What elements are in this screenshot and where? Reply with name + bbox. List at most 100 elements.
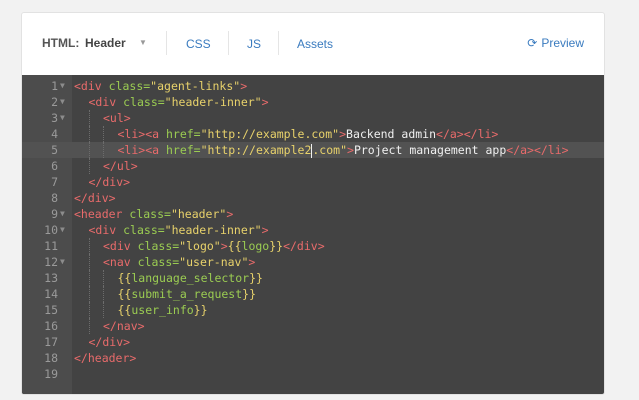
tab-js[interactable]: JS xyxy=(247,37,261,51)
line-number: 15 xyxy=(44,303,58,317)
code-text: <div class="logo">{{logo}}</div> xyxy=(74,238,325,254)
code-text: <div class="agent-links"> xyxy=(74,78,247,94)
code-token: {{ xyxy=(227,239,242,253)
code-token: language_selector xyxy=(131,271,250,285)
code-token: "logo" xyxy=(179,239,221,253)
code-token: class= xyxy=(130,255,180,269)
line-number: 11 xyxy=(44,239,58,253)
code-line[interactable]: 12 ▼ <nav class="user-nav"> xyxy=(22,254,604,270)
code-token: "header" xyxy=(170,207,227,221)
code-line[interactable]: 18 </header> xyxy=(22,350,604,366)
code-token: </div> xyxy=(88,335,131,349)
indent-guide xyxy=(103,286,104,302)
line-number: 18 xyxy=(44,351,58,365)
line-number: 17 xyxy=(44,335,58,349)
code-text: {{language_selector}} xyxy=(74,270,263,286)
line-number: 14 xyxy=(44,287,58,301)
code-line[interactable]: 2 ▼ <div class="header-inner"> xyxy=(22,94,604,110)
code-line[interactable]: 1 ▼ <div class="agent-links"> xyxy=(22,78,604,94)
code-token: <nav xyxy=(103,255,131,269)
code-line[interactable]: 16 </nav> xyxy=(22,318,604,334)
code-token: </div> xyxy=(283,239,325,253)
line-number: 4 xyxy=(51,127,58,141)
code-text: <div class="header-inner"> xyxy=(74,94,269,110)
code-token: > xyxy=(261,95,269,109)
code-line[interactable]: 13 {{language_selector}} xyxy=(22,270,604,286)
code-token: }} xyxy=(193,303,208,317)
html-template-select[interactable]: Header xyxy=(85,36,126,50)
code-text: {{submit_a_request}} xyxy=(74,286,256,302)
code-token: "user-nav" xyxy=(179,255,249,269)
fold-toggle-icon[interactable]: ▼ xyxy=(60,222,65,238)
tab-css[interactable]: CSS xyxy=(186,37,211,51)
fold-toggle-icon[interactable]: ▼ xyxy=(60,110,65,126)
code-line[interactable]: 8 </div> xyxy=(22,190,604,206)
code-token: Backend admin xyxy=(346,127,437,141)
code-line[interactable]: 15 {{user_info}} xyxy=(22,302,604,318)
code-token: </nav> xyxy=(103,319,145,333)
fold-toggle-icon[interactable]: ▼ xyxy=(60,94,65,110)
code-token: </a></li> xyxy=(436,127,499,141)
indent-guide xyxy=(88,286,90,302)
indent-guide xyxy=(88,270,90,286)
fold-toggle-icon[interactable]: ▼ xyxy=(60,206,65,222)
code-text: </div> xyxy=(74,190,116,206)
code-token: {{ xyxy=(117,271,132,285)
indent-guide xyxy=(88,126,90,142)
code-editor-panel: HTML: Header ▼ CSS JS Assets ⟳ Preview 1 ▼… xyxy=(21,12,605,395)
code-token: > xyxy=(240,79,248,93)
code-token: <li><a xyxy=(117,127,160,141)
code-line[interactable]: 11 <div class="logo">{{logo}}</div> xyxy=(22,238,604,254)
code-line[interactable]: 19 xyxy=(22,366,604,382)
line-number: 6 xyxy=(51,159,58,173)
refresh-icon: ⟳ xyxy=(527,36,538,50)
code-token: > xyxy=(220,239,228,253)
code-token: href= xyxy=(159,143,201,157)
code-line[interactable]: 17 </div> xyxy=(22,334,604,350)
fold-toggle-icon[interactable]: ▼ xyxy=(60,254,65,270)
line-number: 2 xyxy=(51,95,58,109)
code-token: <header xyxy=(74,207,123,221)
code-token: submit_a_request xyxy=(131,287,243,301)
code-line[interactable]: 6 </ul> xyxy=(22,158,604,174)
code-line[interactable]: 9 ▼ <header class="header"> xyxy=(22,206,604,222)
code-token: {{ xyxy=(117,287,132,301)
preview-label: Preview xyxy=(541,36,584,50)
code-token: "http://example.com" xyxy=(200,127,340,141)
editor-toolbar: HTML: Header ▼ CSS JS Assets ⟳ Preview xyxy=(22,13,604,75)
code-token: }} xyxy=(249,271,263,285)
toolbar-divider xyxy=(278,31,279,55)
indent-guide xyxy=(103,142,104,158)
code-text: <div class="header-inner"> xyxy=(74,222,269,238)
fold-toggle-icon[interactable]: ▼ xyxy=(60,78,65,94)
preview-button[interactable]: ⟳ Preview xyxy=(527,36,584,50)
code-line[interactable]: 14 {{submit_a_request}} xyxy=(22,286,604,302)
code-token: > xyxy=(261,223,269,237)
line-number: 7 xyxy=(51,175,58,189)
tab-assets[interactable]: Assets xyxy=(297,37,333,51)
code-token: "header-inner" xyxy=(164,95,262,109)
code-token: > xyxy=(339,127,347,141)
code-token: }} xyxy=(242,287,256,301)
code-line[interactable]: 7 </div> xyxy=(22,174,604,190)
code-token: .com" xyxy=(312,143,347,157)
code-token: class= xyxy=(116,95,165,109)
code-text: </header> xyxy=(74,350,136,366)
code-token: user_info xyxy=(131,303,194,317)
code-token: "agent-links" xyxy=(150,79,241,93)
code-token: > xyxy=(248,255,256,269)
chevron-down-icon[interactable]: ▼ xyxy=(139,38,147,47)
code-token: > xyxy=(226,207,234,221)
code-line[interactable]: 4 <li><a href="http://example.com">Backen… xyxy=(22,126,604,142)
code-text: <nav class="user-nav"> xyxy=(74,254,255,270)
code-line[interactable]: 5 <li><a href="http://example2.com">Proje… xyxy=(22,142,604,158)
code-token: <div xyxy=(74,79,102,93)
code-token: class= xyxy=(116,223,165,237)
html-label: HTML: xyxy=(42,36,80,50)
code-line[interactable]: 10 ▼ <div class="header-inner"> xyxy=(22,222,604,238)
code-token: class= xyxy=(122,207,171,221)
indent-guide xyxy=(103,302,104,318)
line-number: 10 xyxy=(44,223,58,237)
code-editor[interactable]: 1 ▼ <div class="agent-links"> 2 ▼ <div class=… xyxy=(22,75,604,394)
code-line[interactable]: 3 ▼ <ul> xyxy=(22,110,604,126)
